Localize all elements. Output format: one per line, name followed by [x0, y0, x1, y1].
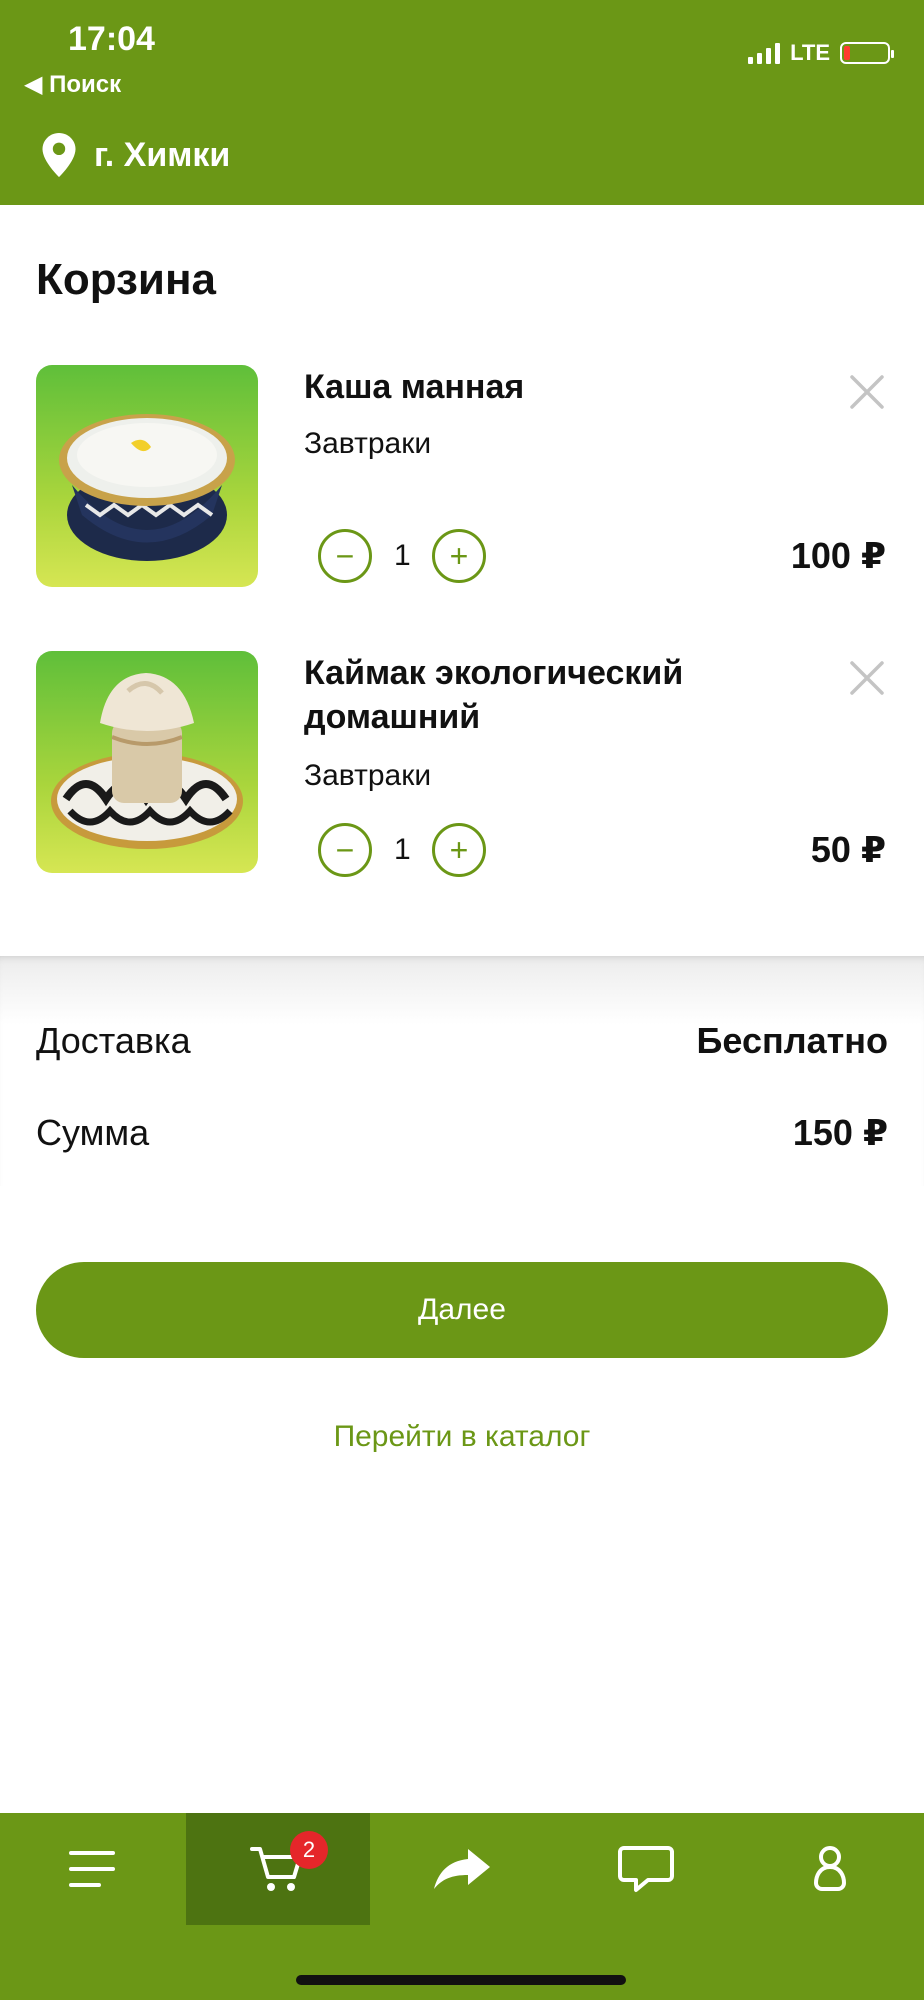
- quantity-stepper: − 1 +: [318, 529, 486, 583]
- signal-icon: [748, 42, 781, 64]
- bottom-tab-bar: 2: [0, 1813, 924, 2000]
- menu-icon: [69, 1851, 115, 1887]
- product-image[interactable]: [36, 651, 258, 873]
- total-value: 150 ₽: [792, 1112, 888, 1153]
- remove-item-icon[interactable]: [848, 373, 886, 411]
- quantity-value: 1: [394, 833, 411, 866]
- total-row: Сумма 150 ₽: [36, 1112, 888, 1154]
- item-name: Каша манная: [304, 368, 525, 406]
- item-name: Каймак экологический домашний: [304, 654, 684, 736]
- item-category: Завтраки: [304, 759, 432, 792]
- location-pin-icon: [42, 133, 76, 177]
- go-to-catalog-link[interactable]: Перейти в каталог: [0, 1420, 924, 1454]
- quantity-value: 1: [394, 539, 411, 572]
- cart-count-badge: 2: [290, 1831, 328, 1869]
- decrease-quantity-button[interactable]: −: [318, 823, 372, 877]
- city-name: г. Химки: [94, 135, 231, 174]
- delivery-label: Доставка: [36, 1020, 191, 1061]
- total-label: Сумма: [36, 1112, 150, 1153]
- status-time: 17:04: [68, 20, 155, 58]
- increase-quantity-button[interactable]: +: [432, 529, 486, 583]
- delivery-row: Доставка Бесплатно: [36, 1020, 888, 1062]
- next-button[interactable]: Далее: [36, 1262, 888, 1358]
- order-summary: Доставка Бесплатно Сумма 150 ₽: [0, 956, 924, 1186]
- tab-share[interactable]: [370, 1813, 554, 1925]
- page-title: Корзина: [36, 255, 216, 304]
- quantity-stepper: − 1 +: [318, 823, 486, 877]
- network-type: LTE: [790, 40, 830, 65]
- header: 17:04 ◀ Поиск LTE г. Химки: [0, 0, 924, 205]
- profile-icon: [813, 1846, 847, 1891]
- tab-profile[interactable]: [738, 1813, 922, 1925]
- share-icon: [434, 1849, 490, 1889]
- product-image[interactable]: [36, 365, 258, 587]
- item-price: 50 ₽: [810, 829, 886, 870]
- cart-item: Каша манная Завтраки − 1 + 100 ₽: [0, 365, 924, 587]
- item-price: 100 ₽: [790, 535, 886, 576]
- tab-chat[interactable]: [554, 1813, 738, 1925]
- remove-item-icon[interactable]: [848, 659, 886, 697]
- chat-icon: [618, 1846, 674, 1892]
- decrease-quantity-button[interactable]: −: [318, 529, 372, 583]
- tab-cart[interactable]: 2: [186, 1813, 370, 1925]
- battery-icon: [840, 42, 894, 64]
- tab-menu[interactable]: [0, 1813, 184, 1925]
- delivery-value: Бесплатно: [696, 1020, 888, 1061]
- item-category: Завтраки: [304, 427, 432, 460]
- home-indicator: [296, 1975, 626, 1985]
- increase-quantity-button[interactable]: +: [432, 823, 486, 877]
- city-selector[interactable]: г. Химки: [42, 133, 230, 177]
- back-to-search-link[interactable]: ◀ Поиск: [24, 70, 121, 99]
- cart-item: Каймак экологический домашний Завтраки −…: [0, 651, 924, 877]
- status-indicators: LTE: [748, 40, 894, 66]
